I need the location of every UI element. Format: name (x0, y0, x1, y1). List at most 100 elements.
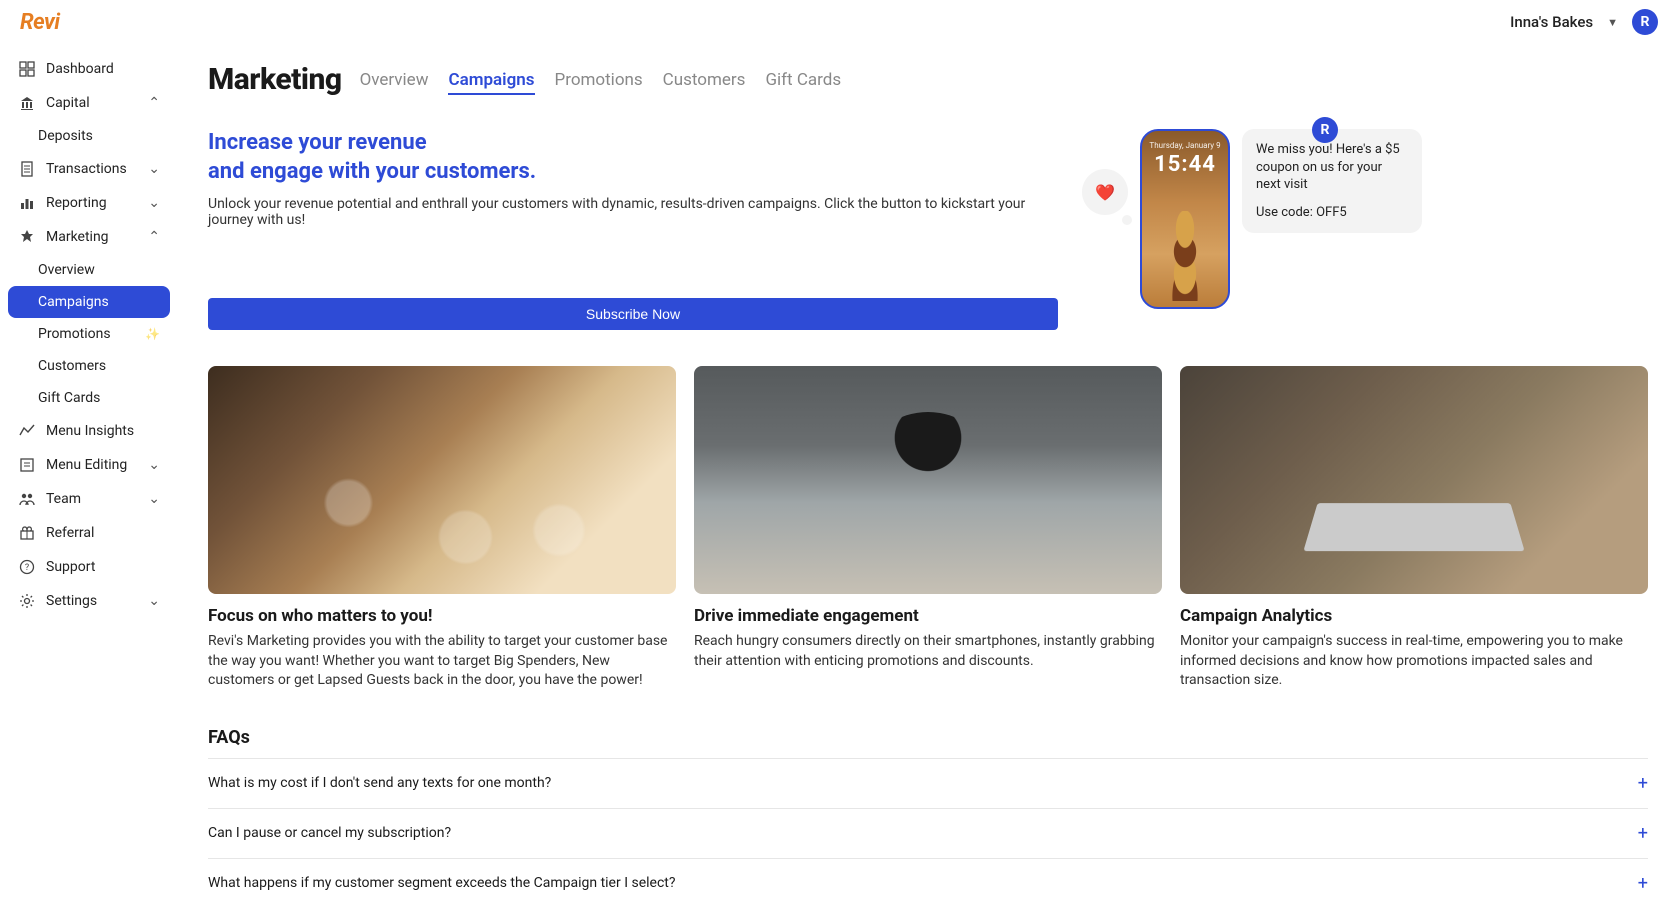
tab-campaigns[interactable]: Campaigns (448, 70, 534, 95)
feature-desc: Revi's Marketing provides you with the a… (208, 632, 676, 691)
sidebar-item-team[interactable]: Team ⌄ (8, 482, 170, 516)
faq-item[interactable]: Can I pause or cancel my subscription? + (208, 808, 1648, 858)
sidebar-item-customers[interactable]: Customers (8, 350, 170, 382)
sidebar-item-label: Dashboard (46, 61, 114, 77)
dashboard-icon (18, 60, 36, 78)
faq-question: What happens if my customer segment exce… (208, 875, 675, 891)
bank-icon (18, 94, 36, 112)
sidebar-item-label: Reporting (46, 195, 107, 211)
feature-title: Drive immediate engagement (694, 606, 1162, 626)
feature-image (694, 366, 1162, 594)
sidebar-item-dashboard[interactable]: Dashboard (8, 52, 170, 86)
notification-line2: Use code: OFF5 (1256, 204, 1408, 222)
sidebar-item-label: Menu Insights (46, 423, 134, 439)
plus-icon: + (1638, 873, 1648, 894)
feature-image (1180, 366, 1648, 594)
sidebar-item-label: Team (46, 491, 81, 507)
sidebar-item-deposits[interactable]: Deposits (8, 120, 170, 152)
document-icon (18, 160, 36, 178)
sidebar-item-reporting[interactable]: Reporting ⌄ (8, 186, 170, 220)
chart-icon (18, 194, 36, 212)
tab-gift-cards[interactable]: Gift Cards (765, 70, 841, 95)
sidebar-item-transactions[interactable]: Transactions ⌄ (8, 152, 170, 186)
caret-down-icon: ▼ (1607, 16, 1618, 29)
feature-title: Focus on who matters to you! (208, 606, 676, 626)
help-icon: ? (18, 558, 36, 576)
sidebar-item-overview[interactable]: Overview (8, 254, 170, 286)
feature-card-engagement: Drive immediate engagement Reach hungry … (694, 366, 1162, 691)
sidebar-item-label: Campaigns (38, 294, 109, 310)
sidebar-item-label: Customers (38, 358, 106, 374)
tab-overview[interactable]: Overview (360, 70, 429, 95)
sidebar-item-label: Gift Cards (38, 390, 100, 406)
team-icon (18, 490, 36, 508)
plus-icon: + (1638, 773, 1648, 794)
sidebar-item-marketing[interactable]: Marketing ⌃ (8, 220, 170, 254)
edit-icon (18, 456, 36, 474)
hero-title: Increase your revenue and engage with yo… (208, 129, 1058, 186)
page-title: Marketing (208, 62, 342, 97)
sidebar-item-label: Marketing (46, 229, 109, 245)
brand-badge-icon: R (1312, 117, 1338, 143)
gift-icon (18, 524, 36, 542)
chevron-down-icon: ⌄ (148, 195, 160, 211)
heart-bubble-icon: ❤️ (1082, 169, 1128, 215)
sidebar-item-gift-cards[interactable]: Gift Cards (8, 382, 170, 414)
brand-logo[interactable]: Revi (20, 10, 60, 35)
chevron-up-icon: ⌃ (148, 229, 160, 245)
hero-desc: Unlock your revenue potential and enthra… (208, 196, 1058, 228)
tab-customers[interactable]: Customers (663, 70, 746, 95)
feature-desc: Reach hungry consumers directly on their… (694, 632, 1162, 671)
svg-text:?: ? (25, 563, 29, 573)
feature-desc: Monitor your campaign's success in real-… (1180, 632, 1648, 691)
faq-item[interactable]: What happens if my customer segment exce… (208, 858, 1648, 908)
badge-icon (18, 228, 36, 246)
faq-item[interactable]: What is my cost if I don't send any text… (208, 758, 1648, 808)
subscribe-button[interactable]: Subscribe Now (208, 298, 1058, 330)
sidebar-item-menu-editing[interactable]: Menu Editing ⌄ (8, 448, 170, 482)
sidebar: Dashboard Capital ⌃ Deposits Transaction… (0, 44, 178, 920)
notification-line1: We miss you! Here's a $5 coupon on us fo… (1256, 141, 1408, 194)
phone-food-image (1150, 211, 1220, 301)
phone-day: Thursday, January 9 (1142, 141, 1228, 150)
sidebar-item-label: Deposits (38, 128, 93, 144)
avatar[interactable]: R (1632, 9, 1658, 35)
sidebar-item-menu-insights[interactable]: Menu Insights (8, 414, 170, 448)
sidebar-item-label: Support (46, 559, 95, 575)
chevron-down-icon: ⌄ (148, 593, 160, 609)
sidebar-item-label: Promotions (38, 326, 111, 342)
sidebar-item-settings[interactable]: Settings ⌄ (8, 584, 170, 618)
feature-image (208, 366, 676, 594)
account-switcher[interactable]: Inna's Bakes ▼ R (1510, 9, 1658, 35)
faq-question: What is my cost if I don't send any text… (208, 775, 551, 791)
sidebar-item-capital[interactable]: Capital ⌃ (8, 86, 170, 120)
feature-card-targeting: Focus on who matters to you! Revi's Mark… (208, 366, 676, 691)
chevron-up-icon: ⌃ (148, 95, 160, 111)
account-name: Inna's Bakes (1510, 13, 1593, 31)
chevron-down-icon: ⌄ (148, 457, 160, 473)
chevron-down-icon: ⌄ (148, 161, 160, 177)
insights-icon (18, 422, 36, 440)
hero-title-line1: Increase your revenue (208, 130, 427, 155)
phone-mockup: Thursday, January 9 15:44 (1140, 129, 1230, 309)
sidebar-item-support[interactable]: ? Support (8, 550, 170, 584)
faqs-title: FAQs (208, 727, 1648, 748)
plus-icon: + (1638, 823, 1648, 844)
feature-card-analytics: Campaign Analytics Monitor your campaign… (1180, 366, 1648, 691)
sidebar-item-referral[interactable]: Referral (8, 516, 170, 550)
sidebar-item-label: Transactions (46, 161, 127, 177)
sidebar-item-campaigns[interactable]: Campaigns (8, 286, 170, 318)
sidebar-item-label: Overview (38, 262, 95, 278)
tab-promotions[interactable]: Promotions (555, 70, 643, 95)
sparkle-icon: ✨ (145, 327, 160, 341)
phone-time: 15:44 (1142, 152, 1228, 177)
gear-icon (18, 592, 36, 610)
feature-title: Campaign Analytics (1180, 606, 1648, 626)
sidebar-item-label: Settings (46, 593, 97, 609)
tabs: Overview Campaigns Promotions Customers … (360, 70, 842, 97)
hero-title-line2: and engage with your customers. (208, 159, 536, 184)
faq-question: Can I pause or cancel my subscription? (208, 825, 451, 841)
main-content: Marketing Overview Campaigns Promotions … (178, 44, 1678, 920)
sidebar-item-promotions[interactable]: Promotions ✨ (8, 318, 170, 350)
sidebar-item-label: Capital (46, 95, 90, 111)
